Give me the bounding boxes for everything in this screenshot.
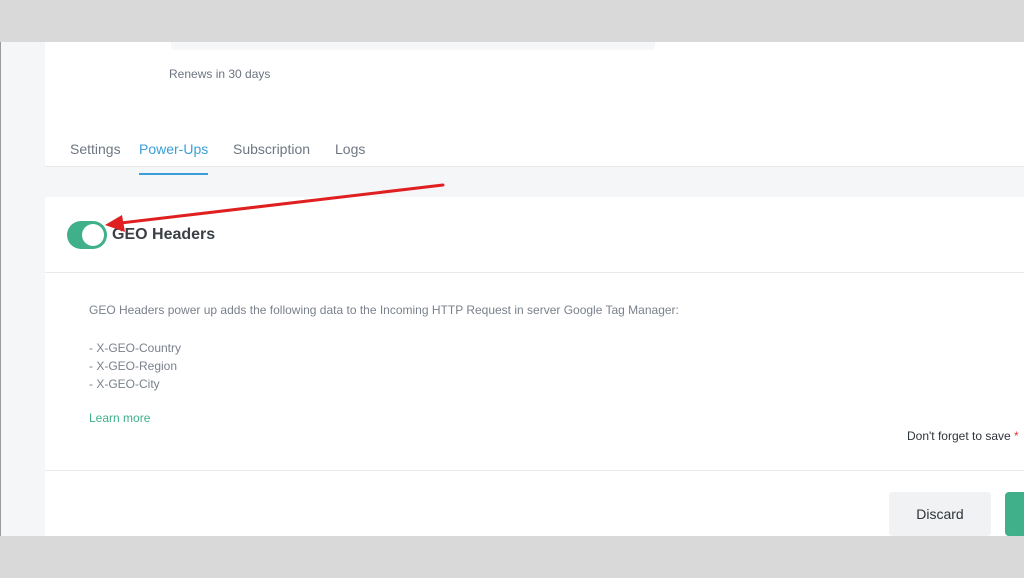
discard-button[interactable]: Discard <box>889 492 991 536</box>
tab-logs[interactable]: Logs <box>335 141 365 173</box>
tab-settings[interactable]: Settings <box>70 141 121 173</box>
required-mark: * <box>1014 429 1019 443</box>
power-up-title: GEO Headers <box>112 226 216 243</box>
learn-more-link[interactable]: Learn more <box>89 411 150 425</box>
power-up-header: GEO Headers <box>45 197 1024 273</box>
save-reminder: Don't forget to save * <box>907 429 1019 443</box>
tab-bar: Settings Power-Ups Subscription Logs <box>45 126 1024 176</box>
geo-headers-toggle[interactable] <box>67 221 107 249</box>
power-up-description: GEO Headers power up adds the following … <box>89 303 679 317</box>
save-button[interactable] <box>1005 492 1024 536</box>
list-item: - X-GEO-City <box>89 377 160 391</box>
list-item: - X-GEO-Region <box>89 359 178 373</box>
list-item: - X-GEO-Country <box>89 341 182 355</box>
renews-text: Renews in 30 days <box>169 67 271 81</box>
toggle-knob <box>82 224 104 246</box>
power-up-card: GEO Headers GEO Headers power up adds th… <box>45 197 1024 536</box>
save-reminder-text: Don't forget to save <box>907 429 1011 443</box>
geo-header-list: - X-GEO-Country - X-GEO-Region - X-GEO-C… <box>89 339 181 393</box>
app-viewport: Renews in 30 days Settings Power-Ups Sub… <box>0 42 1024 536</box>
divider <box>45 470 1024 471</box>
plan-field <box>171 42 655 50</box>
tab-power-ups[interactable]: Power-Ups <box>139 141 209 175</box>
tab-subscription[interactable]: Subscription <box>233 141 310 173</box>
